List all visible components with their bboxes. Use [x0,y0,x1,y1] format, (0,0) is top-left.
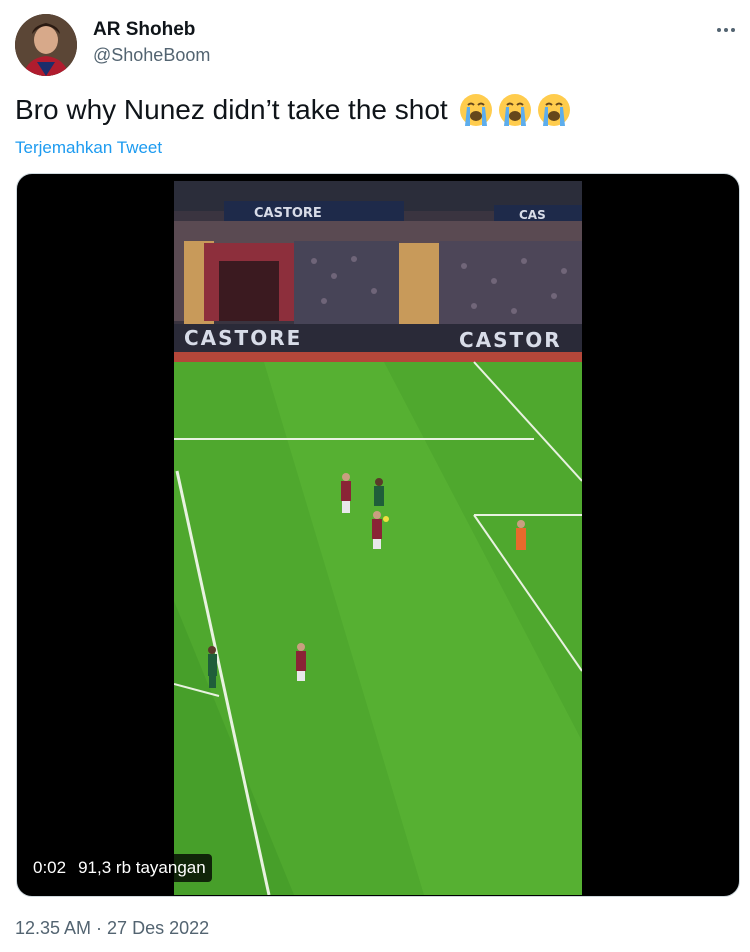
svg-text:CASTOR: CASTOR [459,328,562,352]
tweet-header: AR Shoheb @ShoheBoom [15,14,740,76]
video-duration: 0:02 [33,858,67,877]
video-player[interactable]: CASTORE CAS CASTORE CASTOR 0:02 91,3 rb … [16,173,740,897]
emoji-group [458,92,575,128]
crying-face-icon [459,94,492,126]
video-views: 91,3 rb tayangan [78,858,206,877]
crying-face-icon [537,94,570,126]
ad-board-left: CASTORE [184,326,302,350]
avatar[interactable] [15,14,77,76]
video-frame[interactable]: CASTORE CAS CASTORE CASTOR [174,181,582,895]
ad-board-top-left: CASTORE [254,206,322,221]
author-handle[interactable]: @ShoheBoom [93,45,210,66]
football-match-frame: CASTORE CAS CASTORE CASTOR [174,181,582,895]
translate-tweet-link[interactable]: Terjemahkan Tweet [15,138,162,158]
svg-text:CAS: CAS [519,208,546,222]
more-options-icon[interactable] [714,18,738,42]
tweet-body: Bro why Nunez didn’t take the shot [15,94,448,125]
crying-face-icon [498,94,531,126]
tweet-text: Bro why Nunez didn’t take the shot [15,92,575,128]
video-info-badge: 0:02 91,3 rb tayangan [27,854,212,882]
author-name[interactable]: AR Shoheb [93,19,195,41]
avatar-image [15,14,77,76]
tweet-timestamp[interactable]: 12.35 AM · 27 Des 2022 [15,918,209,939]
